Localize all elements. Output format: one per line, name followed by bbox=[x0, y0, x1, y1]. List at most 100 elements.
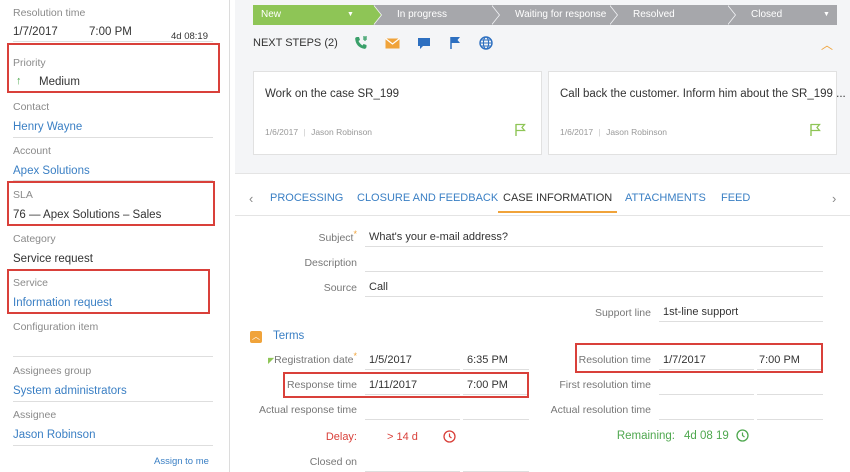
phone-call-icon[interactable] bbox=[353, 36, 370, 50]
clock-icon bbox=[443, 430, 456, 446]
next-step-owner: Jason Robinson bbox=[606, 127, 668, 137]
next-step-owner: Jason Robinson bbox=[311, 127, 373, 137]
resolution-time-time: 7:00 PM bbox=[89, 26, 132, 38]
first-resolution-time-label: First resolution time bbox=[559, 379, 651, 391]
actual-resolution-time-label: Actual resolution time bbox=[550, 404, 651, 416]
support-line-label: Support line bbox=[594, 307, 651, 319]
assignee-field: Assignee Jason Robinson bbox=[13, 409, 213, 441]
terms-group-title[interactable]: Terms bbox=[273, 330, 304, 342]
tab-bar: ‹ PROCESSING CLOSURE AND FEEDBACK CASE I… bbox=[235, 188, 850, 216]
stage-waiting-label: Waiting for response bbox=[515, 9, 607, 20]
tab-feed[interactable]: FEED bbox=[721, 192, 750, 204]
next-step-card[interactable]: Work on the case SR_199 1/6/2017 | Jason… bbox=[253, 71, 542, 155]
case-main-area: New ▼ In progress Waiting for response R… bbox=[235, 0, 850, 472]
next-step-title[interactable]: Work on the case SR_199 bbox=[265, 88, 399, 100]
closed-on-label: Closed on bbox=[309, 456, 357, 468]
clock-icon bbox=[736, 429, 749, 445]
configuration-item-field[interactable]: Configuration item bbox=[13, 321, 213, 341]
stage-waiting-for-response[interactable]: Waiting for response bbox=[491, 5, 618, 25]
tab-processing[interactable]: PROCESSING bbox=[270, 192, 343, 204]
email-icon[interactable] bbox=[384, 36, 401, 50]
stage-in-progress-label: In progress bbox=[397, 9, 448, 20]
divider bbox=[13, 137, 213, 138]
stage-resolved-label: Resolved bbox=[633, 9, 675, 20]
description-label: Description bbox=[304, 257, 357, 269]
account-label: Account bbox=[13, 145, 51, 157]
input-underline bbox=[365, 271, 823, 272]
next-step-title[interactable]: Call back the customer. Inform him about… bbox=[560, 88, 846, 100]
highlight-box-priority bbox=[7, 43, 220, 93]
category-label: Category bbox=[13, 233, 56, 245]
input-underline bbox=[659, 321, 823, 322]
stage-new-label: New bbox=[261, 9, 282, 20]
category-field[interactable]: Category Service request bbox=[13, 233, 213, 265]
registration-time-input[interactable]: 6:35 PM bbox=[467, 354, 508, 366]
divider bbox=[13, 401, 213, 402]
stage-closed[interactable]: Closed ▼ bbox=[727, 5, 837, 25]
divider bbox=[13, 356, 213, 357]
tab-closure-and-feedback[interactable]: CLOSURE AND FEEDBACK bbox=[357, 192, 498, 204]
highlight-box-service bbox=[7, 269, 210, 314]
chevron-left-icon[interactable]: ‹ bbox=[249, 191, 253, 206]
collapse-terms-icon[interactable]: ︿ bbox=[250, 331, 262, 343]
divider bbox=[13, 41, 213, 42]
stage-in-progress[interactable]: In progress bbox=[373, 5, 500, 25]
next-step-meta: 1/6/2017 | Jason Robinson bbox=[560, 127, 668, 137]
contact-link[interactable]: Henry Wayne bbox=[13, 121, 213, 133]
tab-attachments[interactable]: ATTACHMENTS bbox=[625, 192, 706, 204]
highlight-box-response-time bbox=[283, 372, 529, 398]
account-link[interactable]: Apex Solutions bbox=[13, 165, 213, 177]
next-step-card[interactable]: Call back the customer. Inform him about… bbox=[548, 71, 846, 155]
input-underline bbox=[757, 419, 823, 420]
source-label: Source bbox=[323, 282, 357, 294]
task-flag-icon[interactable] bbox=[446, 36, 463, 50]
actual-response-time-label: Actual response time bbox=[258, 404, 357, 416]
remaining-value: 4d 08 19 bbox=[684, 430, 729, 442]
assignees-group-label: Assignees group bbox=[13, 365, 92, 377]
dropdown-caret-icon[interactable]: ▼ bbox=[823, 5, 830, 25]
delay-label: Delay: bbox=[325, 431, 357, 443]
highlight-box-sla bbox=[7, 181, 215, 226]
complete-flag-icon[interactable] bbox=[809, 123, 821, 140]
next-step-meta: 1/6/2017 | Jason Robinson bbox=[265, 127, 373, 137]
input-underline bbox=[365, 419, 460, 420]
case-stage-bar: New ▼ In progress Waiting for response R… bbox=[253, 5, 837, 25]
support-line-input[interactable]: 1st-line support bbox=[663, 306, 738, 318]
assignee-link[interactable]: Jason Robinson bbox=[13, 429, 213, 441]
configuration-item-label: Configuration item bbox=[13, 321, 99, 333]
resolution-time-label: Resolution time bbox=[13, 7, 86, 19]
input-underline bbox=[365, 369, 460, 370]
contact-field: Contact Henry Wayne bbox=[13, 101, 213, 133]
globe-icon[interactable] bbox=[477, 36, 494, 50]
stage-new[interactable]: New ▼ bbox=[253, 5, 382, 25]
registration-date-label: ◤Registration date* bbox=[267, 351, 357, 366]
account-field: Account Apex Solutions bbox=[13, 145, 213, 177]
next-step-date: 1/6/2017 bbox=[560, 127, 594, 137]
category-value[interactable]: Service request bbox=[13, 253, 213, 265]
stage-resolved[interactable]: Resolved bbox=[609, 5, 736, 25]
chat-icon[interactable] bbox=[415, 36, 432, 50]
subject-label: Subject* bbox=[318, 229, 357, 244]
collapse-chevron-up-icon[interactable]: ︿ bbox=[821, 36, 833, 53]
subject-input[interactable]: What's your e-mail address? bbox=[369, 231, 508, 243]
divider bbox=[13, 445, 213, 446]
chevron-right-icon[interactable]: › bbox=[832, 191, 836, 206]
assign-to-me-link[interactable]: Assign to me bbox=[154, 456, 209, 467]
tab-case-information[interactable]: CASE INFORMATION bbox=[497, 192, 618, 213]
contact-label: Contact bbox=[13, 101, 50, 113]
registration-date-input[interactable]: 1/5/2017 bbox=[369, 354, 412, 366]
highlight-box-resolution-time bbox=[575, 343, 823, 373]
input-underline bbox=[659, 419, 754, 420]
input-underline bbox=[365, 296, 823, 297]
case-profile-panel: Resolution time 1/7/2017 7:00 PM 4d 08:1… bbox=[0, 0, 230, 472]
input-underline bbox=[659, 394, 754, 395]
input-underline bbox=[463, 419, 529, 420]
resolution-time-date: 1/7/2017 bbox=[13, 26, 58, 38]
next-steps-toolbar bbox=[353, 36, 494, 50]
assignee-label: Assignee bbox=[13, 409, 57, 421]
input-underline bbox=[757, 394, 823, 395]
assignees-group-link[interactable]: System administrators bbox=[13, 385, 213, 397]
dropdown-caret-icon[interactable]: ▼ bbox=[347, 5, 354, 25]
source-input[interactable]: Call bbox=[369, 281, 388, 293]
complete-flag-icon[interactable] bbox=[514, 123, 526, 140]
